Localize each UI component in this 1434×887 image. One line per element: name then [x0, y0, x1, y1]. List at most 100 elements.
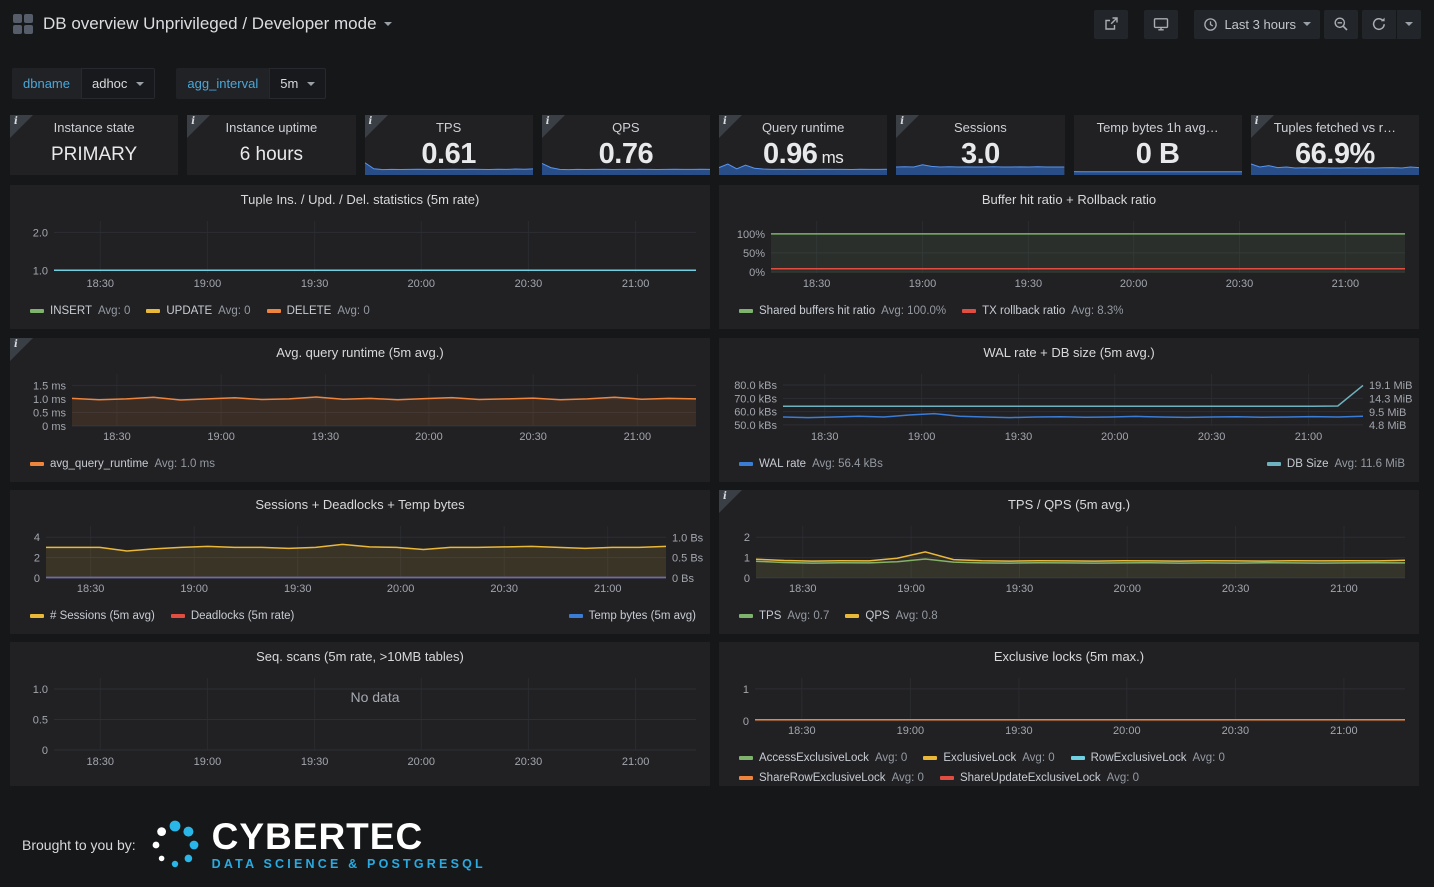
svg-text:0%: 0% — [749, 267, 765, 279]
legend-item[interactable]: TX rollback ratio Avg: 8.3% — [962, 303, 1123, 319]
chart-title[interactable]: Seq. scans (5m rate, >10MB tables) — [10, 642, 710, 664]
legend-item[interactable]: ShareRowExclusiveLockAvg: 0 — [739, 770, 924, 786]
chart-title[interactable]: Tuple Ins. / Upd. / Del. statistics (5m … — [10, 185, 710, 207]
legend-series-name[interactable]: ExclusiveLock — [943, 750, 1016, 766]
legend-item[interactable]: avg_query_runtime Avg: 1.0 ms — [30, 456, 215, 472]
cybertec-logo-icon — [148, 818, 202, 872]
cybertec-logo-text: CYBERTEC DATA SCIENCE & POSTGRESQL — [212, 819, 486, 871]
legend-series-avg: Avg: 1.0 ms — [154, 456, 215, 472]
legend-item[interactable]: QPSAvg: 0.8 — [845, 608, 937, 624]
chart-title[interactable]: Exclusive locks (5m max.) — [719, 642, 1419, 664]
legend-item[interactable]: WAL rateAvg: 56.4 kBs — [739, 456, 883, 472]
stat-title: Sessions — [896, 115, 1064, 135]
legend-item[interactable]: TPSAvg: 0.7 — [739, 608, 829, 624]
dashboard-title[interactable]: DB overview Unprivileged / Developer mod… — [43, 14, 377, 34]
share-button[interactable] — [1094, 10, 1128, 39]
variable-dbname[interactable]: dbname adhoc — [12, 68, 155, 99]
legend-item[interactable]: DELETEAvg: 0 — [267, 303, 370, 319]
chart-panel: Exclusive locks (5m max.) 18:3019:0019:3… — [719, 642, 1419, 786]
info-corner-icon[interactable]: i — [365, 115, 388, 138]
info-corner-icon[interactable]: i — [10, 338, 33, 361]
variable-agg-interval[interactable]: agg_interval 5m — [176, 68, 326, 99]
legend-item[interactable]: INSERT Avg: 0 — [30, 303, 130, 319]
zoom-out-icon — [1333, 16, 1349, 32]
legend-item[interactable]: RowExclusiveLockAvg: 0 — [1071, 750, 1225, 766]
legend-series-name[interactable]: avg_query_runtime — [50, 456, 148, 472]
legend-item[interactable]: UPDATEAvg: 0 — [146, 303, 250, 319]
info-corner-icon[interactable]: i — [10, 115, 33, 138]
legend-series-name[interactable]: DB Size — [1287, 456, 1329, 472]
legend-series-name[interactable]: TX rollback ratio — [982, 303, 1065, 319]
legend-series-name[interactable]: Temp bytes (5m avg) — [589, 608, 696, 624]
svg-text:20:00: 20:00 — [415, 431, 443, 443]
stat-title: Instance state — [10, 115, 178, 135]
svg-text:21:00: 21:00 — [622, 278, 650, 290]
legend-series-avg: Avg: 8.3% — [1071, 303, 1123, 319]
stat-panel: i Instance state PRIMARY — [10, 115, 178, 175]
chart-title[interactable]: Buffer hit ratio + Rollback ratio — [719, 185, 1419, 207]
svg-text:20:30: 20:30 — [1222, 725, 1250, 737]
legend-item[interactable]: ShareUpdateExclusiveLock Avg: 0 — [940, 770, 1139, 786]
info-corner-icon[interactable]: i — [542, 115, 565, 138]
info-corner-icon[interactable]: i — [896, 115, 919, 138]
variable-value-dropdown[interactable]: adhoc — [81, 68, 155, 99]
time-range-picker[interactable]: Last 3 hours — [1194, 10, 1320, 39]
grafana-menu-icon[interactable] — [13, 14, 33, 34]
chart-title[interactable]: TPS / QPS (5m avg.) — [719, 490, 1419, 512]
chevron-down-icon — [307, 82, 315, 86]
legend-series-name[interactable]: Deadlocks (5m rate) — [191, 608, 295, 624]
legend-item[interactable]: Shared buffers hit ratioAvg: 100.0% — [739, 303, 946, 319]
legend-series-name[interactable]: INSERT — [50, 303, 92, 319]
tv-mode-button[interactable] — [1144, 10, 1178, 39]
legend-series-name[interactable]: # Sessions (5m avg) — [50, 608, 155, 624]
legend-swatch-icon — [30, 309, 44, 313]
variables-bar: dbname adhoc agg_interval 5m — [12, 68, 347, 99]
legend-item[interactable]: DB SizeAvg: 11.6 MiB — [1267, 456, 1405, 472]
svg-text:19.1 MiB: 19.1 MiB — [1369, 380, 1412, 392]
legend-series-name[interactable]: ShareRowExclusiveLock — [759, 770, 886, 786]
legend-series-name[interactable]: DELETE — [287, 303, 332, 319]
info-corner-icon[interactable]: i — [719, 115, 742, 138]
variable-value-dropdown[interactable]: 5m — [269, 68, 326, 99]
stat-title: TPS — [365, 115, 533, 135]
legend-series-avg: Avg: 0 — [98, 303, 130, 319]
info-corner-icon[interactable]: i — [1251, 115, 1274, 138]
legend-item[interactable]: AccessExclusiveLockAvg: 0 — [739, 750, 907, 766]
svg-text:2: 2 — [34, 553, 40, 565]
chart-panel: Sessions + Deadlocks + Temp bytes 18:301… — [10, 490, 710, 634]
chart-title[interactable]: WAL rate + DB size (5m avg.) — [719, 338, 1419, 360]
legend-series-avg: Avg: 0 — [1107, 770, 1139, 786]
info-corner-icon[interactable]: i — [719, 490, 742, 513]
legend-series-name[interactable]: RowExclusiveLock — [1091, 750, 1187, 766]
legend-item[interactable]: ExclusiveLockAvg: 0 — [923, 750, 1054, 766]
svg-text:19:00: 19:00 — [897, 583, 925, 595]
chart-plot: 18:3019:0019:3020:0020:3021:001.02.0 — [10, 213, 710, 299]
legend-swatch-icon — [267, 309, 281, 313]
legend-series-name[interactable]: TPS — [759, 608, 781, 624]
legend-series-name[interactable]: ShareUpdateExclusiveLock — [960, 770, 1101, 786]
monitor-icon — [1153, 16, 1169, 32]
svg-text:19:30: 19:30 — [312, 431, 340, 443]
legend-series-name[interactable]: UPDATE — [166, 303, 212, 319]
chart-plot: 18:3019:0019:3020:0020:3021:00012 — [719, 518, 1419, 604]
chart-title[interactable]: Sessions + Deadlocks + Temp bytes — [10, 490, 710, 512]
svg-text:0: 0 — [743, 716, 749, 728]
refresh-icon — [1371, 16, 1387, 32]
chart-legend: avg_query_runtime Avg: 1.0 ms — [30, 456, 696, 472]
chart-title[interactable]: Avg. query runtime (5m avg.) — [10, 338, 710, 360]
zoom-out-button[interactable] — [1324, 10, 1358, 39]
legend-series-name[interactable]: QPS — [865, 608, 889, 624]
refresh-button[interactable] — [1362, 10, 1396, 39]
chevron-down-icon[interactable] — [384, 22, 392, 26]
legend-item[interactable]: Temp bytes (5m avg) — [569, 608, 696, 624]
legend-item[interactable]: Deadlocks (5m rate) — [171, 608, 295, 624]
legend-series-name[interactable]: WAL rate — [759, 456, 806, 472]
refresh-interval-dropdown[interactable] — [1397, 10, 1421, 39]
chart-panel: Seq. scans (5m rate, >10MB tables) 18:30… — [10, 642, 710, 786]
info-corner-icon[interactable]: i — [187, 115, 210, 138]
legend-series-name[interactable]: AccessExclusiveLock — [759, 750, 869, 766]
clock-icon — [1203, 17, 1218, 32]
svg-text:1.0: 1.0 — [33, 265, 48, 277]
legend-series-name[interactable]: Shared buffers hit ratio — [759, 303, 875, 319]
legend-item[interactable]: # Sessions (5m avg) — [30, 608, 155, 624]
